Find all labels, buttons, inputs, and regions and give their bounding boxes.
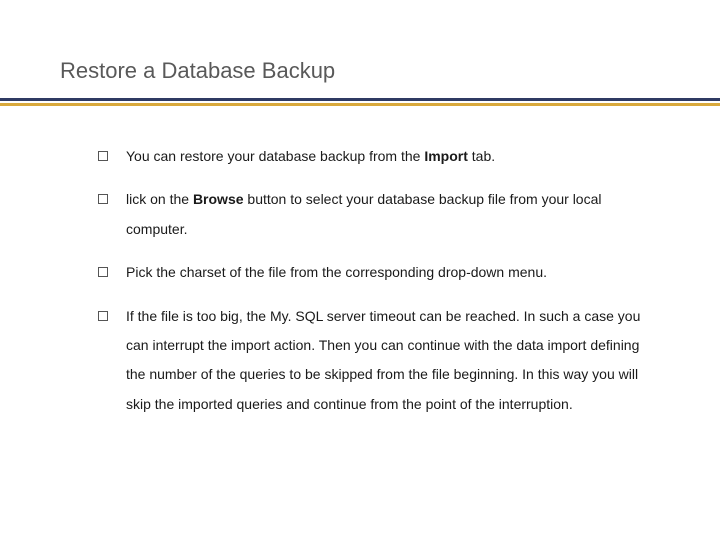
list-item-text: Pick the charset of the file from the co… xyxy=(126,258,650,287)
slide-title: Restore a Database Backup xyxy=(60,58,670,84)
list-item: lick on the Browse button to select your… xyxy=(98,185,650,244)
bullet-icon xyxy=(98,311,108,321)
list-item: You can restore your database backup fro… xyxy=(98,142,650,171)
bullet-icon xyxy=(98,194,108,204)
bullet-list: You can restore your database backup fro… xyxy=(98,142,650,419)
bullet-icon xyxy=(98,151,108,161)
list-item: Pick the charset of the file from the co… xyxy=(98,258,650,287)
list-item-text: If the file is too big, the My. SQL serv… xyxy=(126,302,650,420)
list-item-text: You can restore your database backup fro… xyxy=(126,142,650,171)
title-divider xyxy=(58,98,670,108)
bullet-icon xyxy=(98,267,108,277)
list-item-text: lick on the Browse button to select your… xyxy=(126,185,650,244)
list-item: If the file is too big, the My. SQL serv… xyxy=(98,302,650,420)
